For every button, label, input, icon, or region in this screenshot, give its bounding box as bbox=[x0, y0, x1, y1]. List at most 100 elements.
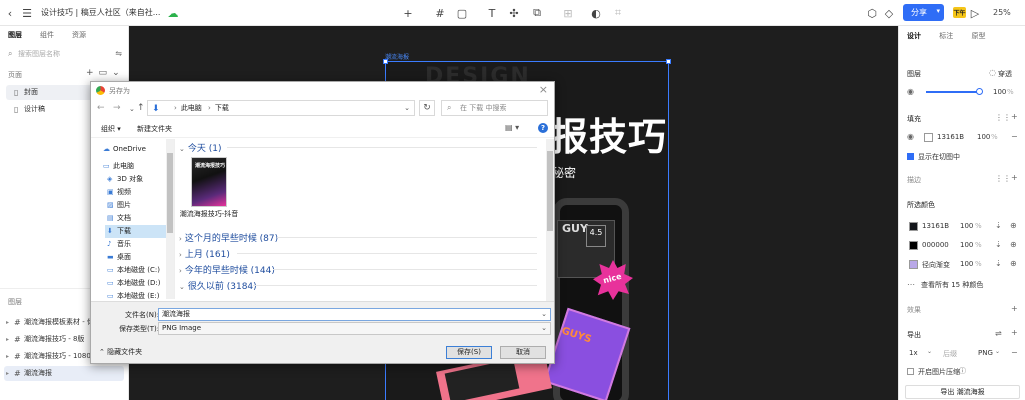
address-bar[interactable]: ⬇ › 此电脑 › 下载 ⌄ bbox=[147, 100, 415, 116]
tree-item-downloads[interactable]: ⬇ 下载 bbox=[105, 225, 167, 238]
fill-opacity-value[interactable]: 100 bbox=[977, 133, 990, 141]
dialog-search-input[interactable]: ⌕ 在 下载 中搜索 bbox=[441, 100, 548, 116]
group-last-month[interactable]: › 上月 (161) bbox=[179, 247, 230, 260]
color-swatch[interactable] bbox=[909, 241, 918, 250]
help-icon[interactable]: ⓘ bbox=[959, 366, 966, 376]
layer-item-selected[interactable]: ▸ # 潮流海报 bbox=[4, 366, 124, 381]
tree-item-music[interactable]: ♪ 音乐 bbox=[107, 238, 131, 251]
eye-icon[interactable]: ◉ bbox=[907, 132, 914, 141]
chevron-down-icon[interactable]: ⌄ bbox=[541, 309, 547, 320]
target-icon[interactable]: ⊕ bbox=[1010, 240, 1017, 249]
cancel-button[interactable]: 取消 bbox=[500, 346, 546, 359]
resize-handle[interactable] bbox=[383, 59, 388, 64]
rectangle-tool-icon[interactable]: ▢ bbox=[455, 4, 469, 22]
color-swatch[interactable] bbox=[909, 260, 918, 269]
tree-item-onedrive[interactable]: ☁ OneDrive bbox=[103, 143, 146, 156]
export-button[interactable]: 导出 潮流海报 bbox=[905, 385, 1020, 399]
tree-item-3d[interactable]: ◈ 3D 对象 bbox=[107, 173, 143, 186]
select-matching-icon[interactable]: ⇣ bbox=[995, 259, 1002, 268]
file-list-scrollbar[interactable] bbox=[546, 139, 554, 301]
remove-fill-icon[interactable]: − bbox=[1011, 132, 1018, 141]
expand-icon[interactable]: ▸ bbox=[6, 349, 9, 364]
align-tool-icon[interactable]: ⊞ bbox=[561, 4, 575, 22]
tab-design[interactable]: 设计 bbox=[907, 32, 921, 40]
blend-mode-icon[interactable]: ◌ bbox=[989, 68, 996, 77]
target-icon[interactable]: ⊕ bbox=[1010, 221, 1017, 230]
color-opacity-value[interactable]: 100 bbox=[960, 222, 973, 230]
organize-menu[interactable]: 组织 ▾ bbox=[101, 124, 121, 134]
tree-item-pictures[interactable]: ▨ 图片 bbox=[107, 199, 131, 212]
mask-tool-icon[interactable]: ◐ bbox=[589, 4, 603, 22]
expand-icon[interactable]: ▸ bbox=[6, 332, 9, 347]
scroll-thumb[interactable] bbox=[547, 151, 553, 231]
filter-icon[interactable]: ⇋ bbox=[115, 49, 122, 58]
frame-tool-icon[interactable]: # bbox=[434, 4, 446, 22]
color-hex-value[interactable]: 13161B bbox=[922, 222, 949, 230]
color-hex-value[interactable]: 000000 bbox=[922, 241, 949, 249]
resize-handle[interactable] bbox=[666, 59, 671, 64]
tab-layers[interactable]: 图层 bbox=[8, 30, 22, 40]
remove-export-icon[interactable]: − bbox=[1011, 348, 1018, 357]
group-today[interactable]: ⌄ 今天 (1) bbox=[179, 141, 222, 154]
tab-components[interactable]: 组件 bbox=[40, 30, 54, 40]
hide-folders-toggle[interactable]: ⌃ 隐藏文件夹 bbox=[99, 347, 142, 357]
group-long-ago[interactable]: ⌄ 很久以前 (3184) bbox=[179, 279, 257, 292]
select-matching-icon[interactable]: ⇣ bbox=[995, 221, 1002, 230]
tab-prototype[interactable]: 原型 bbox=[971, 32, 985, 40]
add-fill-icon[interactable]: + bbox=[1011, 112, 1018, 121]
pro-badge[interactable]: 下午 bbox=[953, 7, 966, 18]
export-format-select[interactable]: PNG bbox=[978, 349, 993, 357]
zoom-level[interactable]: 25% bbox=[993, 8, 1011, 17]
collapse-icon[interactable]: ⌄ bbox=[112, 68, 125, 78]
breadcrumb-downloads[interactable]: 下载 bbox=[215, 104, 229, 112]
expand-icon[interactable]: ▸ bbox=[6, 315, 9, 330]
see-all-colors-link[interactable]: 查看所有 15 种颜色 bbox=[921, 280, 983, 290]
color-opacity-value[interactable]: 100 bbox=[960, 241, 973, 249]
chevron-down-icon[interactable]: ⌄ bbox=[995, 348, 1000, 355]
tree-item-documents[interactable]: ▤ 文档 bbox=[107, 212, 131, 225]
plugin-icon[interactable]: ⬡ bbox=[865, 4, 879, 22]
save-button[interactable]: 保存(S) bbox=[446, 346, 492, 359]
tab-annotate[interactable]: 标注 bbox=[939, 32, 953, 40]
color-opacity-value[interactable]: 100 bbox=[960, 260, 973, 268]
compress-checkbox[interactable] bbox=[907, 368, 914, 375]
help-icon[interactable]: ? bbox=[538, 123, 548, 133]
view-options-icon[interactable]: ▤ ▾ bbox=[505, 123, 519, 132]
tree-scrollbar[interactable] bbox=[166, 139, 174, 299]
chevron-down-icon[interactable]: ⌄ bbox=[541, 323, 547, 334]
frame-label[interactable]: 潮流海报 bbox=[385, 52, 409, 61]
tree-item-drive-c[interactable]: ▭ 本地磁盘 (C:) bbox=[107, 264, 160, 277]
filetype-select[interactable]: PNG Image ⌄ bbox=[158, 322, 551, 335]
select-matching-icon[interactable]: ⇣ bbox=[995, 240, 1002, 249]
document-title[interactable]: 设计技巧 | 稿豆人社区（来自社... bbox=[41, 7, 160, 18]
close-icon[interactable]: × bbox=[539, 83, 548, 96]
tree-item-drive-d[interactable]: ▭ 本地磁盘 (D:) bbox=[107, 277, 160, 290]
up-arrow-icon[interactable]: ↑ bbox=[137, 103, 145, 113]
fill-color-swatch[interactable] bbox=[924, 133, 933, 142]
tree-item-desktop[interactable]: ▬ 桌面 bbox=[107, 251, 131, 264]
forward-arrow-icon[interactable]: → bbox=[113, 103, 121, 113]
export-suffix-input[interactable]: 后缀 bbox=[943, 349, 957, 359]
pin-icon[interactable]: ◇ bbox=[883, 4, 895, 22]
group-earlier-month[interactable]: › 这个月的早些时候 (87) bbox=[179, 231, 278, 244]
opacity-slider[interactable] bbox=[926, 91, 978, 93]
add-page-icon[interactable]: + bbox=[86, 68, 99, 78]
file-thumbnail[interactable]: 潮流海报技巧 bbox=[191, 157, 227, 207]
refresh-icon[interactable]: ↻ bbox=[419, 100, 435, 116]
fill-hex-value[interactable]: 13161B bbox=[937, 133, 964, 141]
back-icon[interactable]: ‹ bbox=[4, 4, 16, 22]
file-caption[interactable]: 潮流海报技巧-抖音 bbox=[177, 210, 241, 219]
settings-icon[interactable]: ⇌ bbox=[995, 329, 1002, 338]
breadcrumb-this-pc[interactable]: 此电脑 bbox=[181, 104, 202, 112]
scroll-thumb[interactable] bbox=[167, 153, 173, 233]
grid-icon[interactable]: ⋮⋮ bbox=[995, 174, 1011, 183]
add-export-icon[interactable]: + bbox=[1011, 328, 1018, 337]
back-arrow-icon[interactable]: ← bbox=[97, 103, 105, 113]
share-button[interactable]: 分享 ▾ bbox=[903, 4, 944, 21]
eye-icon[interactable]: ◉ bbox=[907, 87, 914, 96]
expand-icon[interactable]: ▸ bbox=[6, 366, 9, 381]
play-icon[interactable]: ▷ bbox=[969, 4, 981, 22]
show-in-slice-checkbox[interactable] bbox=[907, 153, 914, 160]
filename-input[interactable]: 潮流海报 ⌄ bbox=[158, 308, 551, 321]
tree-item-this-pc[interactable]: ▭ 此电脑 bbox=[103, 160, 134, 173]
